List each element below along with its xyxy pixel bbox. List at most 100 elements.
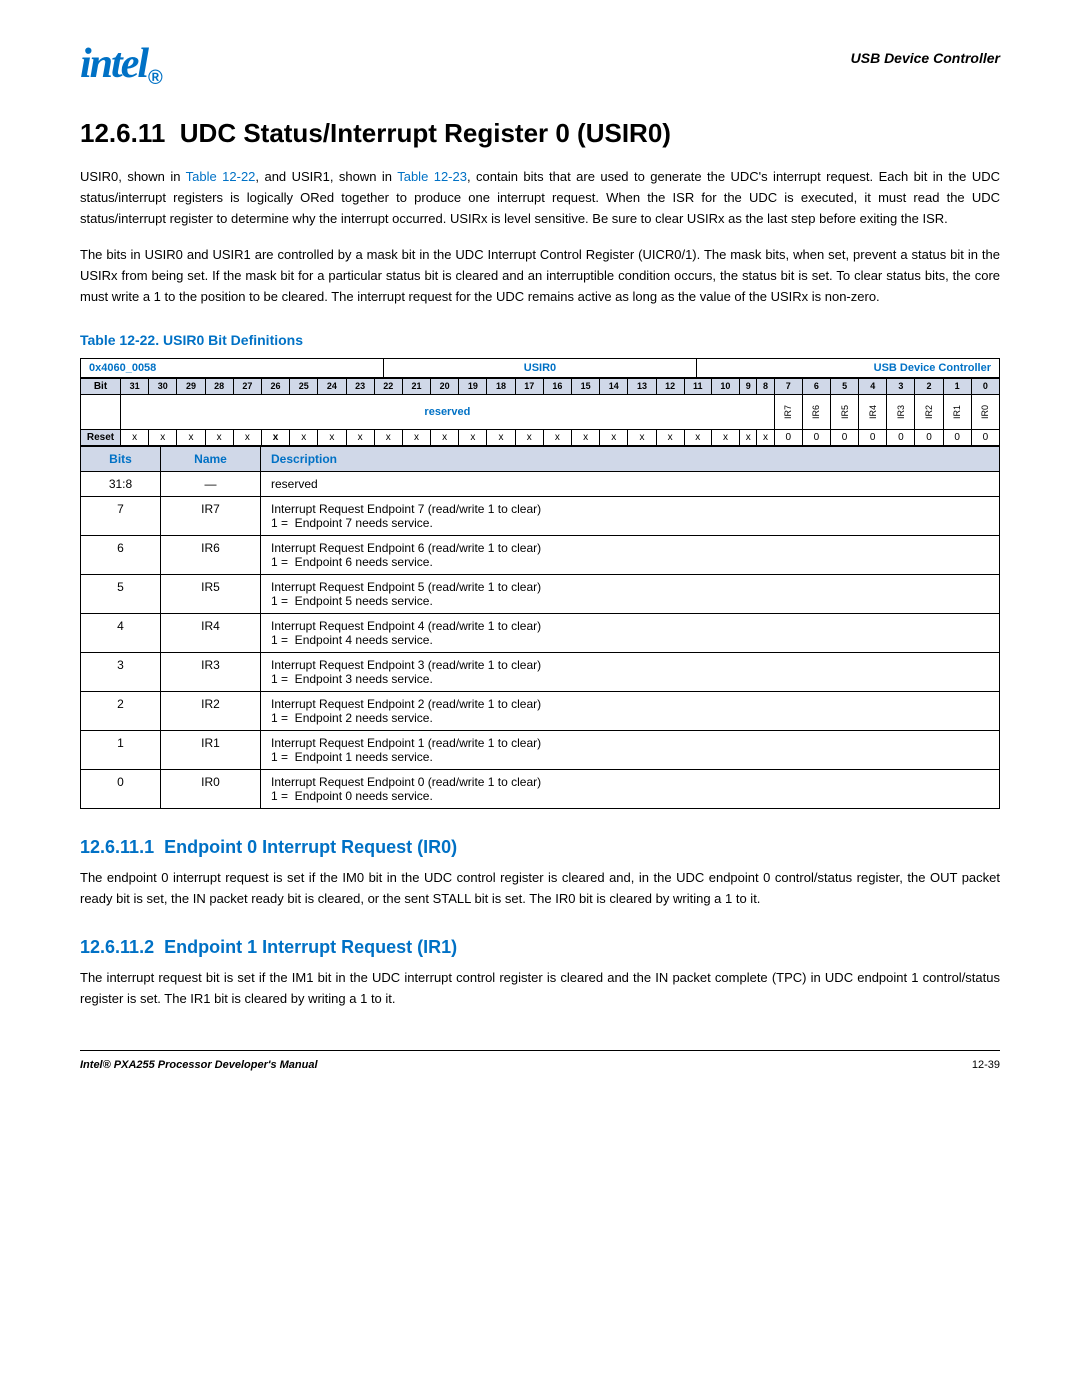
table-row: 6 IR6 Interrupt Request Endpoint 6 (read…	[81, 535, 1000, 574]
bit-name: —	[161, 471, 261, 496]
bit-name: IR2	[161, 691, 261, 730]
bit-description: Interrupt Request Endpoint 6 (read/write…	[261, 535, 1000, 574]
subsection-number-1: 12.6.11.1	[80, 837, 154, 857]
reset-0-5: 0	[887, 429, 915, 445]
body-paragraph-1: USIR0, shown in Table 12-22, and USIR1, …	[80, 167, 1000, 229]
bit-name: IR5	[161, 574, 261, 613]
section-name: UDC Status/Interrupt Register 0 (USIR0)	[180, 118, 671, 148]
section-title: 12.6.11 UDC Status/Interrupt Register 0 …	[80, 118, 1000, 149]
subsection-title-2: 12.6.11.2 Endpoint 1 Interrupt Request (…	[80, 937, 1000, 958]
reset-x-12: x	[431, 429, 459, 445]
reset-x-16: x	[543, 429, 571, 445]
body-paragraph-2: The bits in USIR0 and USIR1 are controll…	[80, 245, 1000, 307]
udc-label: USB Device Controller	[874, 362, 991, 374]
page-header: intel® USB Device Controller	[80, 40, 1000, 88]
reset-0-8: 0	[971, 429, 999, 445]
reset-x-10: x	[374, 429, 402, 445]
bit-description: Interrupt Request Endpoint 0 (read/write…	[261, 769, 1000, 808]
ir4-cell: IR4	[859, 394, 887, 429]
reset-0-2: 0	[802, 429, 830, 445]
intel-logo: intel®	[80, 40, 163, 88]
bit-range: 7	[81, 496, 161, 535]
reset-x-24: x	[757, 429, 774, 445]
reset-0-4: 0	[859, 429, 887, 445]
bit-description: Interrupt Request Endpoint 1 (read/write…	[261, 730, 1000, 769]
table-row: 1 IR1 Interrupt Request Endpoint 1 (read…	[81, 730, 1000, 769]
table-row: 3 IR3 Interrupt Request Endpoint 3 (read…	[81, 652, 1000, 691]
reset-x-7: x	[290, 429, 318, 445]
bit-description: Interrupt Request Endpoint 7 (read/write…	[261, 496, 1000, 535]
table-title: Table 12-22. USIR0 Bit Definitions	[80, 332, 1000, 348]
reset-x-21: x	[684, 429, 711, 445]
subsection-title-1: 12.6.11.1 Endpoint 0 Interrupt Request (…	[80, 837, 1000, 858]
reset-x-2: x	[149, 429, 177, 445]
bit-description: Interrupt Request Endpoint 2 (read/write…	[261, 691, 1000, 730]
page-footer: Intel® PXA255 Processor Developer's Manu…	[80, 1050, 1000, 1071]
bit-name: IR6	[161, 535, 261, 574]
page: intel® USB Device Controller 12.6.11 UDC…	[0, 0, 1080, 1397]
col-header-description: Description	[261, 446, 1000, 471]
bit-range: 31:8	[81, 471, 161, 496]
ir3-cell: IR3	[887, 394, 915, 429]
bit-definitions-table: Bits Name Description 31:8 — reserved 7 …	[80, 446, 1000, 809]
table-row: 4 IR4 Interrupt Request Endpoint 4 (read…	[81, 613, 1000, 652]
table-row: 31:8 — reserved	[81, 471, 1000, 496]
col-header-bits: Bits	[81, 446, 161, 471]
ir0-cell: IR0	[971, 394, 999, 429]
col-header-name: Name	[161, 446, 261, 471]
ir2-cell: IR2	[915, 394, 943, 429]
reset-x-5: x	[233, 429, 261, 445]
bit-description: Interrupt Request Endpoint 5 (read/write…	[261, 574, 1000, 613]
table-link-2[interactable]: Table 12-23	[397, 169, 467, 184]
bit-description: reserved	[261, 471, 1000, 496]
subsection-number-2: 12.6.11.2	[80, 937, 154, 957]
ir6-cell: IR6	[802, 394, 830, 429]
reset-x-17: x	[572, 429, 600, 445]
reset-x-23: x	[740, 429, 757, 445]
footer-page-number: 12-39	[972, 1059, 1000, 1071]
bit-range: 4	[81, 613, 161, 652]
table-row: 5 IR5 Interrupt Request Endpoint 5 (read…	[81, 574, 1000, 613]
table-row: 7 IR7 Interrupt Request Endpoint 7 (read…	[81, 496, 1000, 535]
reset-0-1: 0	[774, 429, 802, 445]
bit-description: Interrupt Request Endpoint 4 (read/write…	[261, 613, 1000, 652]
reset-x-20: x	[656, 429, 684, 445]
bit-range: 3	[81, 652, 161, 691]
bit-number-table: Bit 31 30 29 28 27 26 25 24 23 22 21 20 …	[80, 378, 1000, 446]
bit-range: 2	[81, 691, 161, 730]
ir7-cell: IR7	[774, 394, 802, 429]
reset-x-13: x	[459, 429, 487, 445]
reserved-field: reserved	[121, 394, 775, 429]
subsection-name-1: Endpoint 0 Interrupt Request (IR0)	[164, 837, 457, 857]
reset-row: Reset x x x x x x x x x x x x x x x x x …	[81, 429, 1000, 445]
bit-range: 5	[81, 574, 161, 613]
section-number: 12.6.11	[80, 118, 165, 148]
header-product-name: USB Device Controller	[851, 40, 1000, 66]
bit-range: 1	[81, 730, 161, 769]
table-link-1[interactable]: Table 12-22	[186, 169, 256, 184]
reset-x-4: x	[205, 429, 233, 445]
subsection-name-2: Endpoint 1 Interrupt Request (IR1)	[164, 937, 457, 957]
reset-x-11: x	[402, 429, 430, 445]
reset-x-1: x	[121, 429, 149, 445]
row-label-reserved	[81, 394, 121, 429]
reset-x-22: x	[711, 429, 739, 445]
bit-description: Interrupt Request Endpoint 3 (read/write…	[261, 652, 1000, 691]
bit-name: IR7	[161, 496, 261, 535]
ir1-cell: IR1	[943, 394, 971, 429]
reset-x-14: x	[487, 429, 515, 445]
reset-x-19: x	[628, 429, 656, 445]
footer-title: Intel® PXA255 Processor Developer's Manu…	[80, 1059, 318, 1071]
table-row: 2 IR2 Interrupt Request Endpoint 2 (read…	[81, 691, 1000, 730]
table-row: 0 IR0 Interrupt Request Endpoint 0 (read…	[81, 769, 1000, 808]
bit-name: IR4	[161, 613, 261, 652]
register-name-label: USIR0	[524, 362, 556, 374]
reset-x-15: x	[515, 429, 543, 445]
reset-0-3: 0	[831, 429, 859, 445]
register-header-table: 0x4060_0058 USIR0 USB Device Controller	[80, 358, 1000, 378]
address-label: 0x4060_0058	[89, 362, 156, 374]
reset-x-8: x	[318, 429, 346, 445]
reset-x-18: x	[600, 429, 628, 445]
reset-0-7: 0	[943, 429, 971, 445]
reset-0-6: 0	[915, 429, 943, 445]
